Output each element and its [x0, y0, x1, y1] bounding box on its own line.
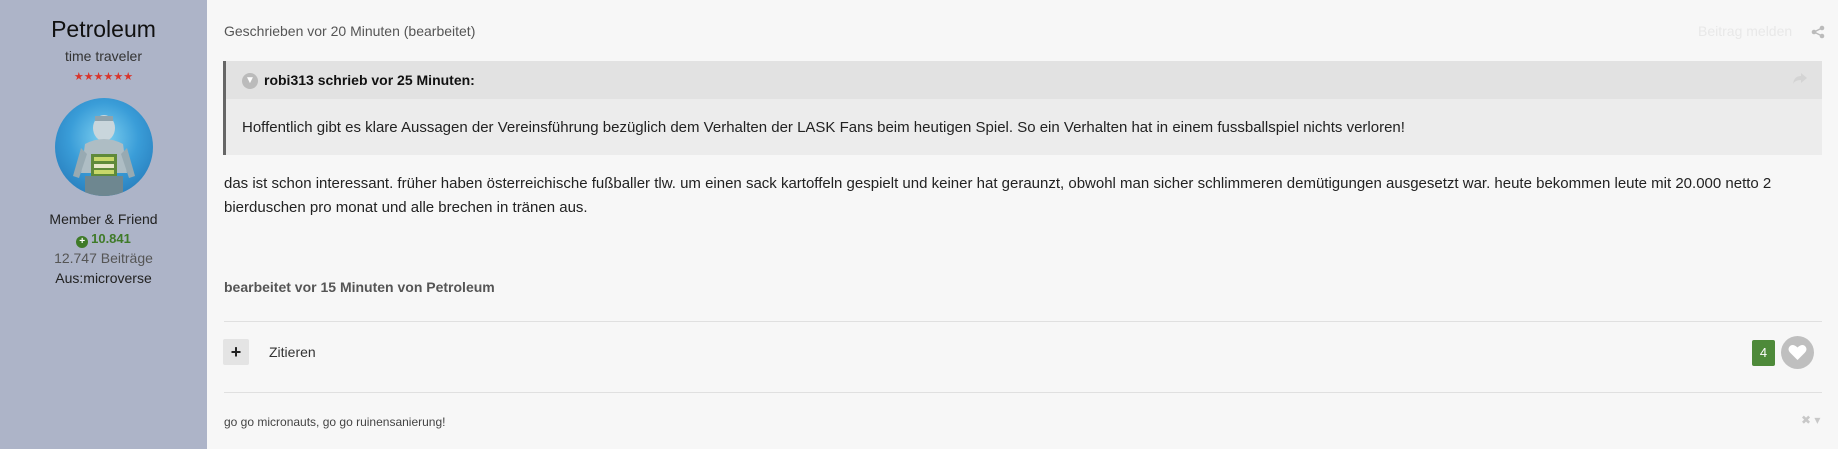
report-post-link[interactable]: Beitrag melden — [1698, 23, 1792, 39]
quote-button[interactable]: Zitieren — [269, 344, 316, 360]
author-title: time traveler — [64, 48, 143, 64]
chevron-down-icon[interactable]: ▼ — [242, 73, 258, 89]
author-name[interactable]: Petroleum — [0, 16, 207, 43]
avatar[interactable] — [55, 98, 153, 196]
post-content: Geschrieben vor 20 Minuten (bearbeitet) … — [207, 0, 1838, 449]
edited-note: bearbeitet vor 15 Minuten von Petroleum — [224, 279, 495, 295]
post-timestamp[interactable]: Geschrieben vor 20 Minuten (bearbeitet) — [224, 23, 475, 39]
quote-header: ▼ robi313 schrieb vor 25 Minuten: — [226, 61, 1822, 99]
avatar-figure-icon — [73, 115, 135, 196]
divider — [224, 321, 1822, 322]
quote-block: ▼ robi313 schrieb vor 25 Minuten: Hoffen… — [223, 61, 1822, 155]
rank-stars: ★★★★★★ — [73, 71, 134, 83]
hide-signature-button[interactable]: ✖ ▾ — [1801, 413, 1820, 427]
quote-text: Hoffentlich gibt es klare Aussagen der V… — [242, 119, 1405, 136]
share-icon[interactable] — [1811, 25, 1825, 39]
divider — [224, 392, 1822, 393]
multiquote-button[interactable]: + — [223, 339, 249, 365]
post-count: 12.747 Beiträge — [54, 250, 153, 266]
post-body: das ist schon interessant. früher haben … — [224, 175, 1772, 216]
author-sidebar: Petroleum time traveler ★★★★★★ Member & … — [0, 0, 207, 449]
like-count[interactable]: 4 — [1752, 340, 1775, 366]
heart-icon — [1788, 345, 1807, 360]
signature: go go micronauts, go go ruinensanierung! — [224, 415, 446, 429]
quote-citation: robi313 schrieb vor 25 Minuten: — [264, 72, 475, 88]
reply-arrow-icon[interactable] — [1792, 72, 1808, 86]
author-location: Aus:microverse — [55, 270, 152, 286]
plus-circle-icon: + — [76, 236, 89, 248]
reputation-value: 10.841 — [91, 231, 131, 246]
member-group: Member & Friend — [49, 211, 158, 227]
like-button[interactable] — [1781, 336, 1814, 369]
reputation-badge: +10.841 — [0, 231, 207, 248]
